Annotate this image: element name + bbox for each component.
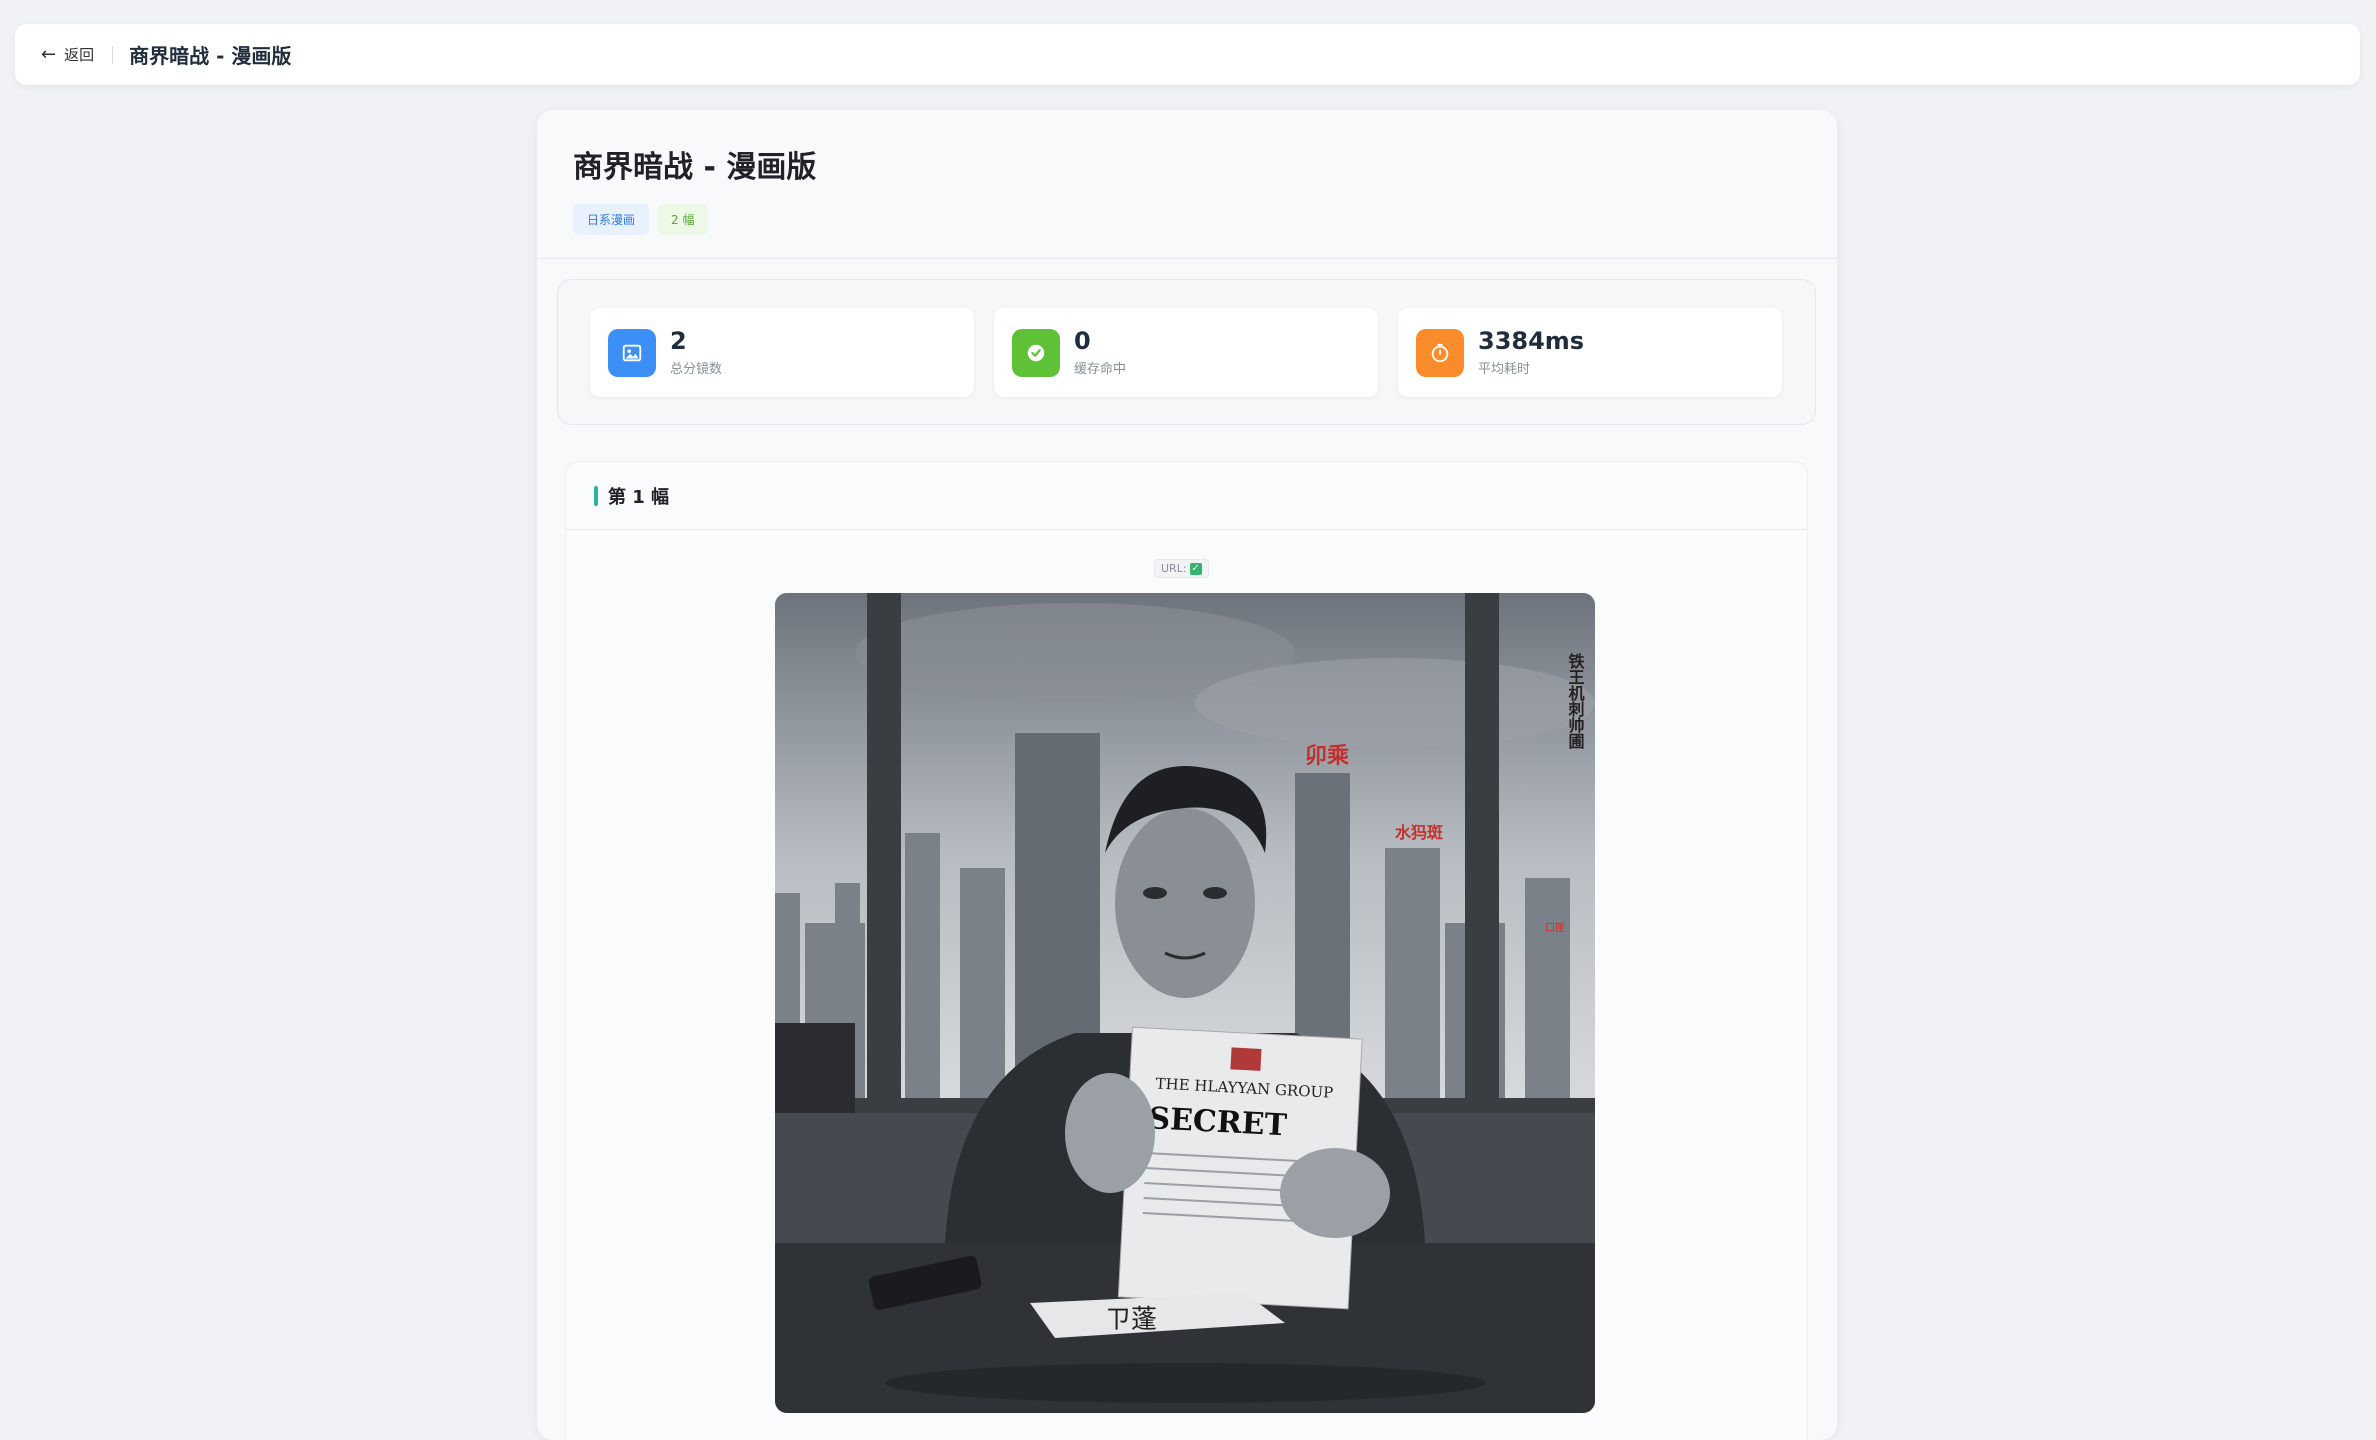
- check-circle-icon: [1012, 328, 1060, 377]
- stat-value: 0: [1074, 327, 1091, 356]
- building-sign-large: 卯乘: [1305, 744, 1349, 769]
- style-tag: 日系漫画: [573, 204, 650, 235]
- url-label: URL:: [1161, 562, 1187, 575]
- document-title: SECRET: [1148, 1101, 1289, 1143]
- desk-paper-text: ㄗ蓬: [1105, 1305, 1157, 1335]
- panel-title: 第 1 幅: [608, 486, 670, 508]
- stat-card-cache: 0 缓存命中: [994, 308, 1378, 397]
- panel-count-tag: 2 幅: [657, 204, 709, 235]
- back-button[interactable]: ← 返回: [41, 44, 94, 65]
- url-status-badge: URL: ✓: [1154, 559, 1209, 578]
- top-bar: ← 返回 商界暗战 - 漫画版: [15, 24, 2360, 85]
- image-icon: [608, 328, 656, 377]
- back-label: 返回: [64, 46, 95, 64]
- main-card: 商界暗战 - 漫画版 日系漫画 2 幅 2 总分镜数 0 缓存命中 3384ms…: [537, 110, 1837, 1440]
- accent-bar: [594, 485, 598, 506]
- divider: [112, 45, 114, 64]
- stats-section: 2 总分镜数 0 缓存命中 3384ms 平均耗时: [557, 279, 1816, 425]
- stat-label: 缓存命中: [1074, 361, 1127, 377]
- building-sign-small: 水犸斑: [1395, 823, 1443, 842]
- checkbox-icon: ✓: [1189, 562, 1202, 575]
- page-header: 商界暗战 - 漫画版 日系漫画 2 幅: [537, 110, 1837, 259]
- stat-card-time: 3384ms 平均耗时: [1398, 308, 1782, 397]
- vertical-caption: 铁王机刺帅圃: [1566, 652, 1586, 750]
- building-sign-tiny: 口匣: [1545, 922, 1565, 934]
- comic-illustration[interactable]: 卯乘 水犸斑 口匣 铁王机刺帅圃 THE HLAYYAN GROUP SECRE…: [775, 593, 1595, 1413]
- topbar-title: 商界暗战 - 漫画版: [129, 44, 292, 68]
- arrow-left-icon: ←: [41, 43, 57, 65]
- panel-card: 第 1 幅 URL: ✓ 卯乘 水犸斑 口匣 铁王机刺帅圃 THE HLAYYA…: [565, 461, 1808, 1440]
- stat-value: 2: [670, 327, 687, 356]
- timer-icon: [1416, 328, 1464, 377]
- stat-card-total: 2 总分镜数: [590, 308, 974, 397]
- stat-label: 平均耗时: [1478, 361, 1531, 377]
- page-title: 商界暗战 - 漫画版: [573, 150, 817, 185]
- comic-scene: 卯乘 水犸斑 口匣 铁王机刺帅圃 THE HLAYYAN GROUP SECRE…: [775, 593, 1595, 1413]
- stat-value: 3384ms: [1478, 327, 1585, 356]
- tag-list: 日系漫画 2 幅: [573, 204, 1801, 235]
- stat-label: 总分镜数: [670, 361, 723, 377]
- panel-header: 第 1 幅: [566, 462, 1807, 530]
